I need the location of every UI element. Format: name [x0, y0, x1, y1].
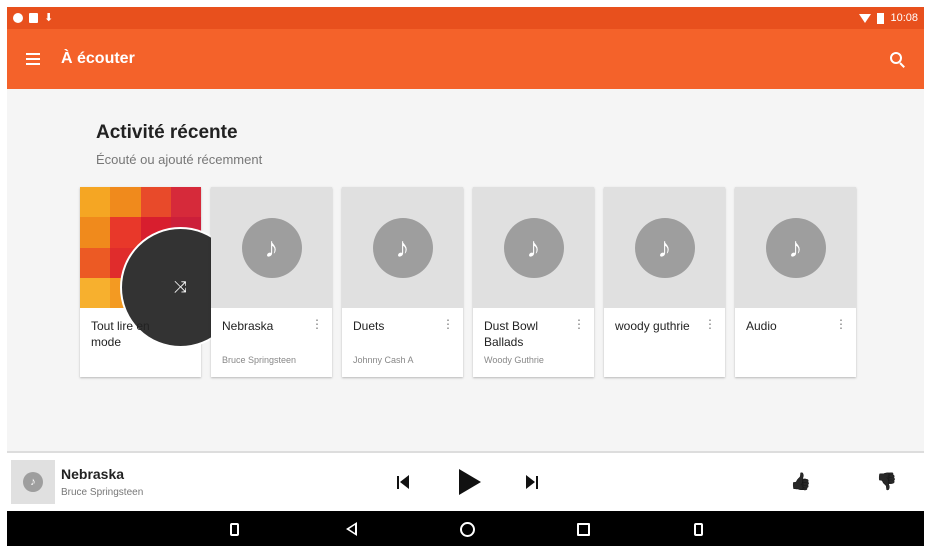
rotate-left-button[interactable]	[223, 519, 245, 539]
menu-icon[interactable]	[23, 49, 43, 69]
rotate-icon	[229, 522, 239, 536]
album-card-nebraska[interactable]: ♪ Nebraska ⋮ Bruce Springsteen	[211, 187, 332, 377]
section-title: Activité récente	[96, 122, 238, 143]
album-art: ♪	[342, 187, 463, 308]
wifi-icon	[859, 13, 872, 23]
mosaic-tile	[80, 217, 111, 248]
home-icon	[459, 521, 475, 537]
previous-track-button[interactable]	[391, 467, 415, 497]
mosaic-tile	[110, 187, 141, 218]
more-options-icon[interactable]: ⋮	[311, 318, 323, 330]
album-art: ♪	[473, 187, 594, 308]
now-playing-art[interactable]: ♪	[11, 460, 55, 504]
recent-cards: ⤨ Tout lire en mode ♪ Nebraska ⋮ Bruce S…	[80, 187, 856, 377]
recent-apps-icon	[576, 522, 590, 536]
album-art: ♪	[735, 187, 856, 308]
thumb-down-icon: 👎	[876, 472, 898, 491]
shuffle-mosaic-art: ⤨	[80, 187, 241, 348]
music-note-icon: ♪	[241, 217, 302, 278]
album-card-dust-bowl-ballads[interactable]: ♪ Dust Bowl Ballads ⋮ Woody Guthrie	[473, 187, 594, 377]
card-subtitle: Woody Guthrie	[484, 355, 544, 365]
app-bar: À écouter	[7, 29, 924, 89]
mosaic-tile	[140, 187, 171, 218]
card-title: Nebraska	[222, 319, 274, 333]
rotate-right-button[interactable]	[687, 519, 709, 539]
next-track-button[interactable]	[520, 467, 544, 497]
artist-card-woody-guthrie[interactable]: ♪ woody guthrie ⋮	[604, 187, 725, 377]
album-art: ♪	[604, 187, 725, 308]
card-title: Duets	[353, 319, 385, 333]
music-note-icon: ♪	[634, 217, 695, 278]
now-playing-artist: Bruce Springsteen	[61, 487, 144, 498]
card-title: Audio	[746, 319, 777, 333]
system-nav-bar	[7, 511, 924, 546]
recent-apps-button[interactable]	[572, 519, 594, 539]
search-icon[interactable]	[886, 48, 908, 70]
music-note-icon: ♪	[23, 472, 43, 492]
more-options-icon[interactable]: ⋮	[704, 318, 716, 330]
battery-icon	[877, 12, 885, 24]
mosaic-tile	[170, 187, 201, 218]
album-art: ♪	[211, 187, 332, 308]
page-title: À écouter	[61, 50, 135, 67]
card-title: Dust Bowl Ballads	[484, 319, 539, 349]
status-time: 10:08	[890, 12, 918, 24]
more-options-icon[interactable]: ⋮	[573, 318, 585, 330]
album-card-duets[interactable]: ♪ Duets ⋮ Johnny Cash A	[342, 187, 463, 377]
download-icon: ⬇	[44, 11, 54, 24]
card-subtitle: Bruce Springsteen	[222, 355, 297, 365]
rotate-icon	[693, 522, 703, 536]
home-button[interactable]	[456, 519, 478, 539]
mosaic-tile	[80, 247, 111, 278]
music-note-icon: ♪	[372, 217, 433, 278]
now-playing-title: Nebraska	[61, 466, 125, 482]
notification-icon	[13, 13, 23, 23]
play-icon	[459, 469, 481, 495]
skip-previous-icon	[397, 475, 399, 489]
now-playing-bar[interactable]: ♪ Nebraska Bruce Springsteen 👍 👎	[7, 453, 924, 511]
mosaic-tile	[110, 217, 141, 248]
thumb-up-button[interactable]: 👍	[788, 467, 814, 497]
play-button[interactable]	[455, 467, 485, 497]
skip-next-icon	[526, 475, 535, 489]
back-icon	[345, 522, 357, 536]
music-note-icon: ♪	[503, 217, 564, 278]
main-content: Activité récente Écouté ou ajouté récemm…	[7, 89, 924, 451]
card-title: woody guthrie	[615, 319, 690, 333]
back-button[interactable]	[340, 519, 362, 539]
status-bar: ⬇ 10:08	[7, 7, 924, 29]
music-note-icon: ♪	[765, 217, 826, 278]
more-options-icon[interactable]: ⋮	[835, 318, 847, 330]
playlist-card-audio[interactable]: ♪ Audio ⋮	[735, 187, 856, 377]
mosaic-tile	[80, 277, 111, 308]
shuffle-all-card[interactable]: ⤨ Tout lire en mode	[80, 187, 241, 377]
card-title: Tout lire en mode	[91, 319, 150, 349]
thumb-down-button[interactable]: 👎	[874, 467, 900, 497]
android-icon	[29, 13, 38, 23]
mosaic-tile	[80, 187, 111, 218]
thumb-up-icon: 👍	[790, 472, 812, 491]
more-options-icon[interactable]: ⋮	[442, 318, 454, 330]
section-subtitle: Écouté ou ajouté récemment	[96, 152, 263, 167]
card-subtitle: Johnny Cash A	[353, 355, 414, 365]
